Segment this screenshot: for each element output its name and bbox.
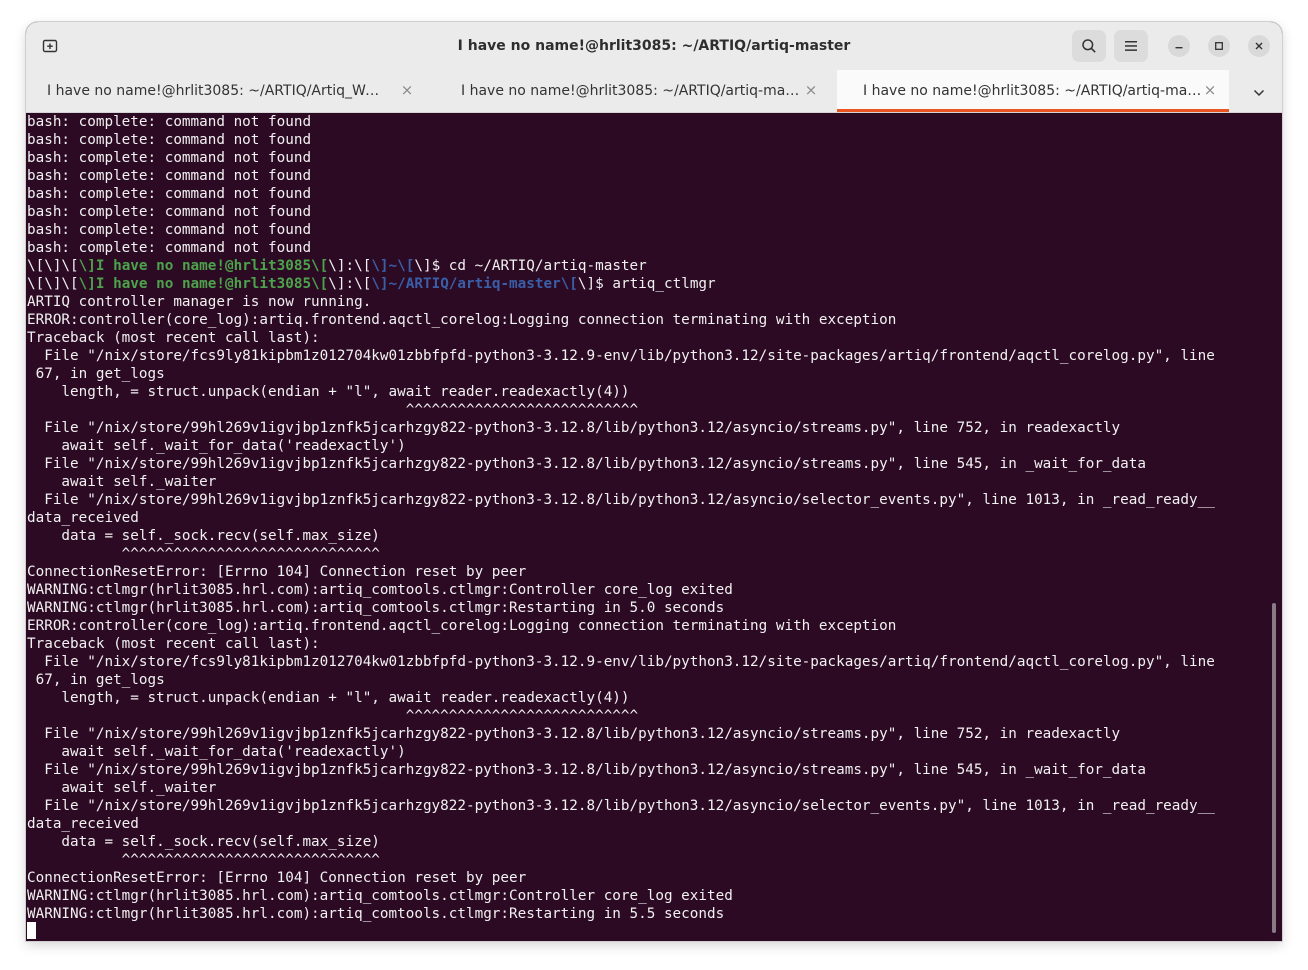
title-bar: I have no name!@hrlit3085: ~/ARTIQ/artiq…	[26, 22, 1282, 70]
prompt-command: \]$ cd ~/ARTIQ/artiq-master	[414, 258, 647, 274]
prompt-line-ctlmgr: \[\]\[\]I have no name!@hrlit3085\[\]:\[…	[27, 275, 716, 293]
terminal-line: File "/nix/store/99hl269v1igvjbp1znfk5jc…	[27, 492, 1215, 508]
terminal-line: ^^^^^^^^^^^^^^^^^^^^^^^^^^^^^^	[27, 852, 380, 868]
active-tab-indicator	[837, 109, 1229, 112]
terminal-line: ^^^^^^^^^^^^^^^^^^^^^^^^^^^	[27, 402, 639, 418]
prompt-path: \]~/ARTIQ/artiq-master\[	[371, 276, 578, 292]
tab-artiq-work[interactable]: I have no name!@hrlit3085: ~/ARTIQ/Artiq…	[26, 70, 430, 112]
text-cursor	[27, 922, 36, 939]
terminal-line: WARNING:ctlmgr(hrlit3085.hrl.com):artiq_…	[27, 888, 733, 904]
terminal-line: await self._wait_for_data('readexactly')	[27, 438, 406, 454]
terminal-line: ^^^^^^^^^^^^^^^^^^^^^^^^^^^	[27, 708, 639, 724]
terminal-line: await self._wait_for_data('readexactly')	[27, 744, 406, 760]
terminal-line: File "/nix/store/99hl269v1igvjbp1znfk5jc…	[27, 456, 1146, 472]
terminal-line: bash: complete: command not found	[27, 240, 312, 256]
prompt-path: \]~\[	[371, 258, 415, 274]
terminal-line: ERROR:controller(core_log):artiq.fronten…	[27, 618, 897, 634]
prompt-escape: \[\]\[	[27, 258, 79, 274]
terminal-line: data = self._sock.recv(self.max_size)	[27, 834, 380, 850]
terminal-line: 67, in get_logs	[27, 366, 165, 382]
tab-label: I have no name!@hrlit3085: ~/ARTIQ/Artiq…	[47, 83, 387, 99]
new-tab-button[interactable]	[36, 32, 64, 60]
tab-close-icon[interactable]: ×	[1202, 82, 1218, 98]
terminal-line: ConnectionResetError: [Errno 104] Connec…	[27, 564, 527, 580]
terminal-line: await self._waiter	[27, 474, 217, 490]
close-icon	[1255, 42, 1263, 50]
prompt-escape: \]:\[	[328, 258, 372, 274]
maximize-icon	[1215, 42, 1223, 50]
scrollbar-thumb[interactable]	[1272, 603, 1276, 933]
prompt-escape: \]:\[	[328, 276, 372, 292]
prompt-user-host: \]I have no name!@hrlit3085\[	[78, 258, 329, 274]
terminal-line: length, = struct.unpack(endian + "l", aw…	[27, 690, 630, 706]
terminal-line: ERROR:controller(core_log):artiq.fronten…	[27, 312, 897, 328]
minimize-button[interactable]	[1168, 35, 1190, 57]
terminal-line: data_received	[27, 510, 139, 526]
prompt-escape: \[\]\[	[27, 276, 79, 292]
terminal-line: ARTIQ controller manager is now running.	[27, 294, 372, 310]
terminal-line: Traceback (most recent call last):	[27, 330, 320, 346]
maximize-button[interactable]	[1208, 35, 1230, 57]
terminal-line: ^^^^^^^^^^^^^^^^^^^^^^^^^^^^^^	[27, 546, 380, 562]
minimize-icon	[1175, 47, 1183, 49]
terminal-line: bash: complete: command not found	[27, 186, 312, 202]
terminal-line: File "/nix/store/99hl269v1igvjbp1znfk5jc…	[27, 798, 1215, 814]
terminal-line: bash: complete: command not found	[27, 132, 312, 148]
terminal-line: length, = struct.unpack(endian + "l", aw…	[27, 384, 630, 400]
terminal-line: Traceback (most recent call last):	[27, 636, 320, 652]
terminal-line: await self._waiter	[27, 780, 217, 796]
tab-label: I have no name!@hrlit3085: ~/ARTIQ/artiq…	[863, 83, 1203, 99]
terminal-line: bash: complete: command not found	[27, 222, 312, 238]
search-icon	[1082, 39, 1096, 53]
terminal-line: WARNING:ctlmgr(hrlit3085.hrl.com):artiq_…	[27, 906, 725, 922]
terminal-line: 67, in get_logs	[27, 672, 165, 688]
tab-close-icon[interactable]: ×	[399, 82, 415, 98]
tab-label: I have no name!@hrlit3085: ~/ARTIQ/artiq…	[461, 83, 801, 99]
terminal-output[interactable]: bash: complete: command not found bash: …	[26, 113, 1282, 941]
prompt-user-host: \]I have no name!@hrlit3085\[	[78, 276, 329, 292]
terminal-line: bash: complete: command not found	[27, 150, 312, 166]
tab-artiq-master-1[interactable]: I have no name!@hrlit3085: ~/ARTIQ/artiq…	[430, 70, 836, 112]
prompt-line-cd: \[\]\[\]I have no name!@hrlit3085\[\]:\[…	[27, 257, 647, 275]
close-window-button[interactable]	[1248, 35, 1270, 57]
tabs-dropdown-button[interactable]	[1248, 82, 1270, 104]
terminal-line: File "/nix/store/fcs9ly81kipbm1z012704kw…	[27, 654, 1215, 670]
prompt-command: \]$ artiq_ctlmgr	[577, 276, 716, 292]
new-tab-icon	[42, 39, 58, 53]
terminal-window: I have no name!@hrlit3085: ~/ARTIQ/artiq…	[26, 22, 1282, 941]
terminal-line: bash: complete: command not found	[27, 114, 312, 130]
tab-bar: I have no name!@hrlit3085: ~/ARTIQ/Artiq…	[26, 70, 1282, 113]
terminal-line: WARNING:ctlmgr(hrlit3085.hrl.com):artiq_…	[27, 582, 733, 598]
terminal-line: data_received	[27, 816, 139, 832]
main-menu-button[interactable]	[1114, 30, 1148, 62]
chevron-down-icon	[1253, 89, 1265, 97]
terminal-line: data = self._sock.recv(self.max_size)	[27, 528, 380, 544]
terminal-line: File "/nix/store/99hl269v1igvjbp1znfk5jc…	[27, 726, 1121, 742]
terminal-line: WARNING:ctlmgr(hrlit3085.hrl.com):artiq_…	[27, 600, 725, 616]
terminal-line: File "/nix/store/99hl269v1igvjbp1znfk5jc…	[27, 762, 1146, 778]
terminal-line: ConnectionResetError: [Errno 104] Connec…	[27, 870, 527, 886]
terminal-line: bash: complete: command not found	[27, 168, 312, 184]
tab-artiq-master-active[interactable]: I have no name!@hrlit3085: ~/ARTIQ/artiq…	[837, 70, 1229, 112]
hamburger-menu-icon	[1125, 41, 1137, 51]
tab-close-icon[interactable]: ×	[803, 82, 819, 98]
search-button[interactable]	[1072, 30, 1106, 62]
terminal-line: File "/nix/store/fcs9ly81kipbm1z012704kw…	[27, 348, 1215, 364]
terminal-line: File "/nix/store/99hl269v1igvjbp1znfk5jc…	[27, 420, 1121, 436]
terminal-line: bash: complete: command not found	[27, 204, 312, 220]
